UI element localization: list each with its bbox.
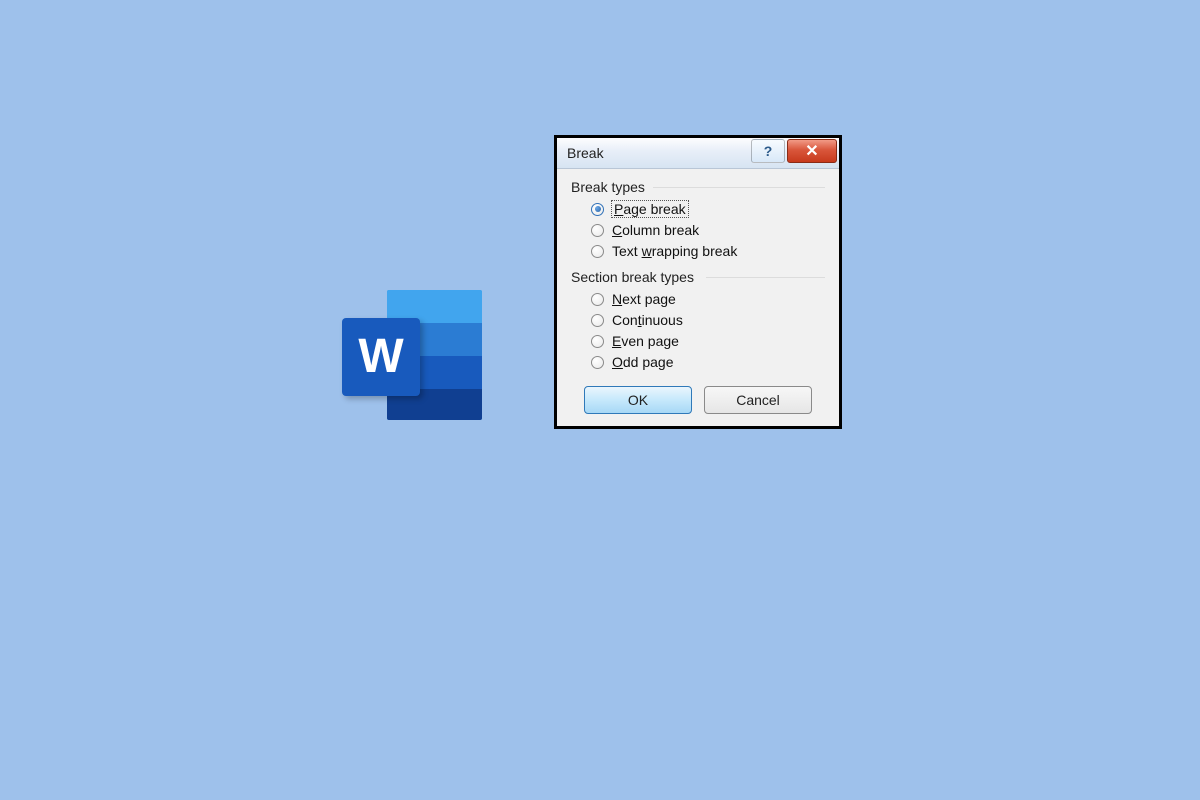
option-even-page[interactable]: Even page — [591, 333, 825, 349]
radio-icon — [591, 293, 604, 306]
dialog-titlebar[interactable]: Break ? ✕ — [557, 138, 839, 169]
group-break-types-label: Break types — [571, 179, 825, 195]
radio-icon — [591, 203, 604, 216]
option-next-page[interactable]: Next page — [591, 291, 825, 307]
group-break-types-options: Page break Column break Text wrapping br… — [591, 201, 825, 259]
option-label: Page break — [612, 201, 688, 217]
help-icon: ? — [764, 143, 773, 159]
word-app-icon: W — [342, 290, 482, 420]
close-icon: ✕ — [805, 141, 818, 161]
radio-icon — [591, 245, 604, 258]
option-column-break[interactable]: Column break — [591, 222, 825, 238]
option-label: Text wrapping break — [612, 243, 737, 259]
ok-button[interactable]: OK — [584, 386, 692, 414]
ok-button-label: OK — [628, 392, 648, 408]
radio-icon — [591, 314, 604, 327]
radio-icon — [591, 224, 604, 237]
option-text-wrapping-break[interactable]: Text wrapping break — [591, 243, 825, 259]
cancel-button[interactable]: Cancel — [704, 386, 812, 414]
word-letter-tile: W — [342, 318, 420, 396]
cancel-button-label: Cancel — [736, 392, 780, 408]
option-continuous[interactable]: Continuous — [591, 312, 825, 328]
dialog-title: Break — [567, 145, 604, 161]
dialog-body: Break types Page break Column break Text… — [557, 169, 839, 426]
radio-icon — [591, 356, 604, 369]
option-label: Continuous — [612, 312, 683, 328]
option-label: Even page — [612, 333, 679, 349]
dialog-button-row: OK Cancel — [571, 386, 825, 414]
break-dialog: Break ? ✕ Break types Page break Column … — [554, 135, 842, 429]
option-label: Odd page — [612, 354, 674, 370]
option-page-break[interactable]: Page break — [591, 201, 825, 217]
option-label: Column break — [612, 222, 699, 238]
help-button[interactable]: ? — [751, 139, 785, 163]
option-odd-page[interactable]: Odd page — [591, 354, 825, 370]
group-section-break-types-options: Next page Continuous Even page Odd page — [591, 291, 825, 370]
radio-icon — [591, 335, 604, 348]
group-section-break-types-label: Section break types — [571, 269, 825, 285]
close-button[interactable]: ✕ — [787, 139, 837, 163]
option-label: Next page — [612, 291, 676, 307]
word-letter: W — [358, 333, 403, 381]
